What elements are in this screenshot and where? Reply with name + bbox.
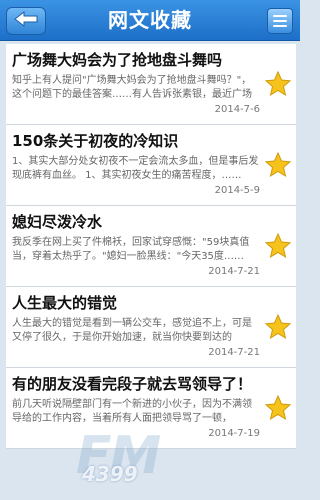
article-summary: 前几天听说隔壁部门有一个新进的小伙子，因为不满领导给的工作内容，当着所有人面把领… — [12, 399, 252, 424]
article-summary: 人生最大的错觉是看到一辆公交车，感觉追不上，可是又停了很久，于是你开始加速，就当… — [12, 318, 252, 343]
article-title: 广场舞大妈会为了抢地盘斗舞吗 — [12, 51, 223, 69]
article-summary: 我反季在网上买了件棉袄，回家试穿感慨："59块真值当，穿着太热乎了。"媳妇一脸黑… — [12, 237, 250, 262]
favorite-star-icon[interactable] — [264, 232, 292, 260]
article-title: 有的朋友没看完段子就去骂领导了！ — [12, 375, 253, 393]
article-summary: 知乎上有人提问"广场舞大妈会为了抢地盘斗舞吗？"，这个问题下的最佳答案……有人告… — [12, 75, 252, 100]
article-date: 2014-7-6 — [214, 104, 260, 115]
list-item[interactable]: 有的朋友没看完段子就去骂领导了！ 前几天听说隔壁部门有一个新进的小伙子，因为不满… — [6, 368, 296, 449]
menu-icon-line — [273, 25, 287, 27]
menu-icon-line — [273, 20, 287, 22]
favorite-star-icon[interactable] — [264, 70, 292, 98]
list-item[interactable]: 广场舞大妈会为了抢地盘斗舞吗 知乎上有人提问"广场舞大妈会为了抢地盘斗舞吗？"，… — [6, 44, 296, 125]
header-bar: 网文收藏 — [0, 0, 300, 41]
page-title: 网文收藏 — [108, 8, 192, 32]
list-item[interactable]: 人生最大的错觉 人生最大的错觉是看到一辆公交车，感觉追不上，可是又停了很久，于是… — [6, 287, 296, 368]
article-summary: 1、其实大部分处女初夜不一定会流太多血，但是事后发现底裤有血丝。 1、其实初夜女… — [12, 156, 259, 181]
article-date: 2014-7-21 — [208, 266, 260, 277]
article-date: 2014-7-21 — [208, 347, 260, 358]
list-item[interactable]: 媳妇尽泼冷水 我反季在网上买了件棉袄，回家试穿感慨："59块真值当，穿着太热乎了… — [6, 206, 296, 287]
article-title: 媳妇尽泼冷水 — [12, 213, 103, 231]
article-date: 2014-7-19 — [208, 428, 260, 439]
favorite-star-icon[interactable] — [264, 151, 292, 179]
article-date: 2014-5-9 — [214, 185, 260, 196]
list-item[interactable]: 150条关于初夜的冷知识 1、其实大部分处女初夜不一定会流太多血，但是事后发现底… — [6, 125, 296, 206]
favorite-star-icon[interactable] — [264, 313, 292, 341]
menu-button[interactable] — [267, 8, 293, 34]
article-title: 人生最大的错觉 — [12, 294, 118, 312]
article-list[interactable]: 广场舞大妈会为了抢地盘斗舞吗 知乎上有人提问"广场舞大妈会为了抢地盘斗舞吗？"，… — [6, 44, 296, 500]
article-title: 150条关于初夜的冷知识 — [12, 132, 179, 150]
menu-icon-line — [273, 15, 287, 17]
favorite-star-icon[interactable] — [264, 394, 292, 422]
